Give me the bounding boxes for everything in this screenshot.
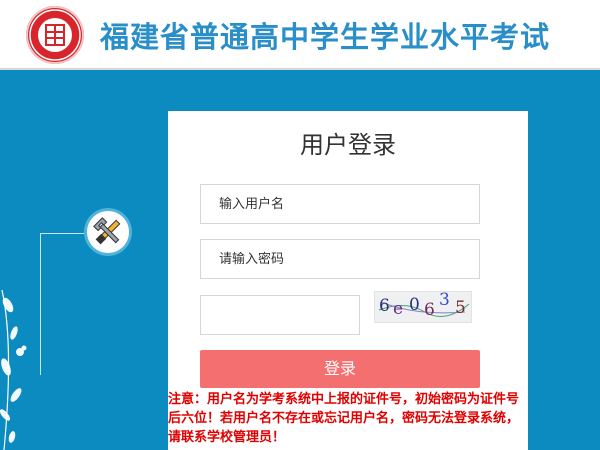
captcha-char: 5 bbox=[455, 298, 466, 318]
captcha-char: 6 bbox=[379, 296, 390, 316]
login-panel: 用户登录 6 e 0 6 3 5 登录 注意：用户名为学考系统中上报的证件号，初… bbox=[168, 111, 528, 450]
connector-line bbox=[40, 233, 41, 375]
main-area: 用户登录 6 e 0 6 3 5 登录 注意：用户名为学考系统中上报的证件号，初… bbox=[0, 70, 600, 450]
password-input[interactable] bbox=[200, 239, 480, 279]
captcha-input[interactable] bbox=[200, 295, 360, 335]
site-header: 福建省普通高中学生学业水平考试 bbox=[0, 0, 600, 70]
captcha-char: 0 bbox=[409, 295, 420, 315]
captcha-char: 3 bbox=[439, 290, 450, 310]
school-seal-icon bbox=[26, 6, 84, 64]
floral-decoration-icon bbox=[0, 289, 27, 450]
site-title: 福建省普通高中学生学业水平考试 bbox=[100, 20, 551, 54]
login-button[interactable]: 登录 bbox=[200, 350, 480, 388]
tools-icon bbox=[84, 208, 132, 256]
username-input[interactable] bbox=[200, 184, 480, 224]
login-title: 用户登录 bbox=[300, 131, 396, 159]
login-notice: 注意：用户名为学考系统中上报的证件号，初始密码为证件号后六位！若用户名不存在或忘… bbox=[168, 392, 520, 445]
captcha-char: 6 bbox=[424, 300, 435, 320]
connector-line bbox=[40, 233, 84, 234]
captcha-char: e bbox=[393, 299, 404, 319]
captcha-image[interactable]: 6 e 0 6 3 5 bbox=[374, 290, 472, 323]
